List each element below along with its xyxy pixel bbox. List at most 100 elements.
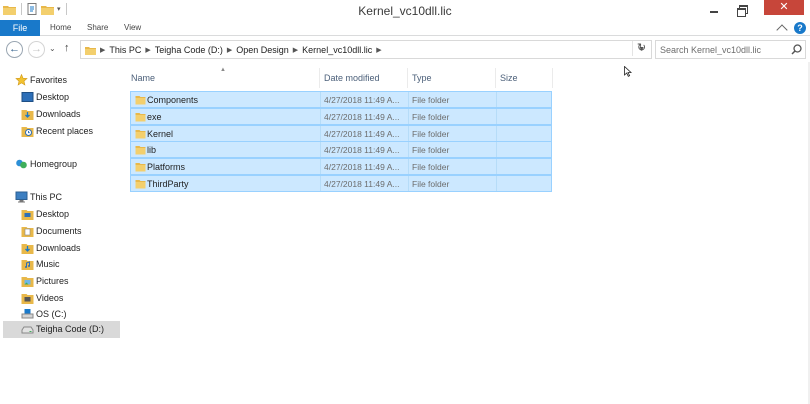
navigation-bar: ← → ⌄ ↑ ▶ This PC ▶ Teigha Code (D:) ▶ O… <box>0 37 810 62</box>
sidebar-item-recent-places[interactable]: Recent places <box>0 123 124 140</box>
row-divider <box>496 159 497 174</box>
breadcrumb-separator-icon[interactable]: ▶ <box>376 46 381 54</box>
file-type: File folder <box>412 162 450 172</box>
back-button[interactable]: ← <box>6 41 23 58</box>
refresh-button[interactable]: ↻ <box>632 41 650 56</box>
minimize-button[interactable] <box>708 4 720 16</box>
sidebar-item-videos[interactable]: Videos <box>0 290 124 307</box>
search-icon[interactable] <box>791 44 802 55</box>
folder-icon <box>135 146 146 155</box>
window-controls: ✕ <box>708 0 804 17</box>
table-row[interactable]: Kernel 4/27/2018 11:49 A... File folder <box>130 125 552 142</box>
column-header-type[interactable]: Type <box>412 73 432 83</box>
file-type: File folder <box>412 95 450 105</box>
documents-icon <box>21 227 34 237</box>
search-box[interactable] <box>655 40 806 59</box>
sidebar-item-pc-desktop[interactable]: Desktop <box>0 206 124 223</box>
sidebar-item-downloads[interactable]: Downloads <box>0 106 124 123</box>
row-divider <box>408 92 409 107</box>
windows-drive-icon <box>21 309 34 319</box>
file-name: ThirdParty <box>147 179 189 189</box>
tab-home[interactable]: Home <box>50 23 71 32</box>
tab-file[interactable]: File <box>0 20 40 36</box>
table-row[interactable]: exe 4/27/2018 11:49 A... File folder <box>130 108 552 125</box>
desktop-icon <box>21 92 34 102</box>
sidebar-item-homegroup[interactable]: Homegroup <box>0 156 124 173</box>
file-type: File folder <box>412 179 450 189</box>
file-date: 4/27/2018 11:49 A... <box>324 95 400 105</box>
row-divider <box>408 109 409 124</box>
column-divider[interactable] <box>407 68 408 88</box>
folder-icon <box>21 210 34 220</box>
row-divider <box>320 92 321 107</box>
table-row[interactable]: Platforms 4/27/2018 11:49 A... File fold… <box>130 158 552 175</box>
minimize-ribbon-chevron-icon[interactable] <box>776 24 788 36</box>
tab-share[interactable]: Share <box>87 23 108 32</box>
breadcrumb-this-pc[interactable]: This PC <box>109 45 141 55</box>
breadcrumb-separator-icon[interactable]: ▶ <box>293 46 298 54</box>
column-header-name[interactable]: Name <box>131 73 155 83</box>
sidebar-item-desktop[interactable]: Desktop <box>0 89 124 106</box>
sidebar-item-label: Videos <box>36 293 64 303</box>
row-divider <box>408 159 409 174</box>
file-date: 4/27/2018 11:49 A... <box>324 162 400 172</box>
folder-icon <box>85 47 96 55</box>
breadcrumb-separator-icon[interactable]: ▶ <box>227 46 232 54</box>
sidebar-item-label: OS (C:) <box>36 309 67 319</box>
pictures-icon <box>21 277 34 287</box>
column-header-size[interactable]: Size <box>500 73 518 83</box>
sidebar-item-label: This PC <box>30 192 63 202</box>
column-divider[interactable] <box>495 68 496 88</box>
sidebar-item-label: Teigha Code (D:) <box>36 324 105 334</box>
breadcrumb-separator-icon[interactable]: ▶ <box>100 46 105 54</box>
sidebar-item-label: Pictures <box>36 276 69 286</box>
file-name: exe <box>147 112 162 122</box>
sidebar-item-label: Downloads <box>36 109 81 119</box>
column-divider[interactable] <box>552 68 553 88</box>
row-divider <box>320 142 321 157</box>
star-icon <box>15 74 28 86</box>
restore-button[interactable] <box>736 4 748 17</box>
table-row[interactable]: lib 4/27/2018 11:49 A... File folder <box>130 141 552 158</box>
sidebar-item-teigha-code-d[interactable]: Teigha Code (D:) <box>3 321 120 338</box>
sidebar-item-favorites[interactable]: Favorites <box>0 72 124 89</box>
sidebar-item-pc-downloads[interactable]: Downloads <box>0 240 124 257</box>
ribbon-controls: ? <box>776 21 806 36</box>
breadcrumb-separator-icon[interactable]: ▶ <box>145 46 150 54</box>
address-bar[interactable]: ▶ This PC ▶ Teigha Code (D:) ▶ Open Desi… <box>80 40 652 59</box>
column-divider[interactable] <box>319 68 320 88</box>
breadcrumb-teigha-code[interactable]: Teigha Code (D:) <box>155 45 223 55</box>
breadcrumb-kernel[interactable]: Kernel_vc10dll.lic <box>302 45 372 55</box>
column-header-date[interactable]: Date modified <box>324 73 380 83</box>
sidebar-item-music[interactable]: Music <box>0 256 124 273</box>
sidebar-item-pictures[interactable]: Pictures <box>0 273 124 290</box>
forward-button[interactable]: → <box>28 41 45 58</box>
folder-icon <box>135 180 146 189</box>
up-button[interactable]: ↑ <box>64 42 70 54</box>
sidebar-item-label: Downloads <box>36 243 81 253</box>
file-name: Platforms <box>147 162 186 172</box>
sidebar-item-documents[interactable]: Documents <box>0 223 124 240</box>
breadcrumb-open-design[interactable]: Open Design <box>236 45 289 55</box>
sidebar-item-this-pc[interactable]: This PC <box>0 189 124 206</box>
file-date: 4/27/2018 11:49 A... <box>324 145 400 155</box>
file-name: lib <box>147 145 157 155</box>
recent-locations-chevron-icon[interactable]: ⌄ <box>49 44 56 53</box>
help-icon[interactable]: ? <box>794 21 806 34</box>
row-divider <box>496 176 497 191</box>
window-title: Kernel_vc10dll.lic <box>358 4 452 18</box>
videos-icon <box>21 294 34 304</box>
search-input[interactable] <box>660 44 788 56</box>
table-row[interactable]: Components 4/27/2018 11:49 A... File fol… <box>130 91 552 108</box>
breadcrumb: ▶ This PC ▶ Teigha Code (D:) ▶ Open Desi… <box>85 45 382 55</box>
downloads-icon <box>21 244 34 254</box>
table-row[interactable]: ThirdParty 4/27/2018 11:49 A... File fol… <box>130 175 552 192</box>
row-divider <box>408 126 409 141</box>
row-divider <box>320 126 321 141</box>
tab-view[interactable]: View <box>124 23 141 32</box>
mouse-cursor-icon <box>624 66 633 77</box>
ribbon: File Home Share View ? <box>0 20 810 36</box>
file-type: File folder <box>412 129 450 139</box>
close-button[interactable]: ✕ <box>764 0 804 15</box>
row-divider <box>496 109 497 124</box>
